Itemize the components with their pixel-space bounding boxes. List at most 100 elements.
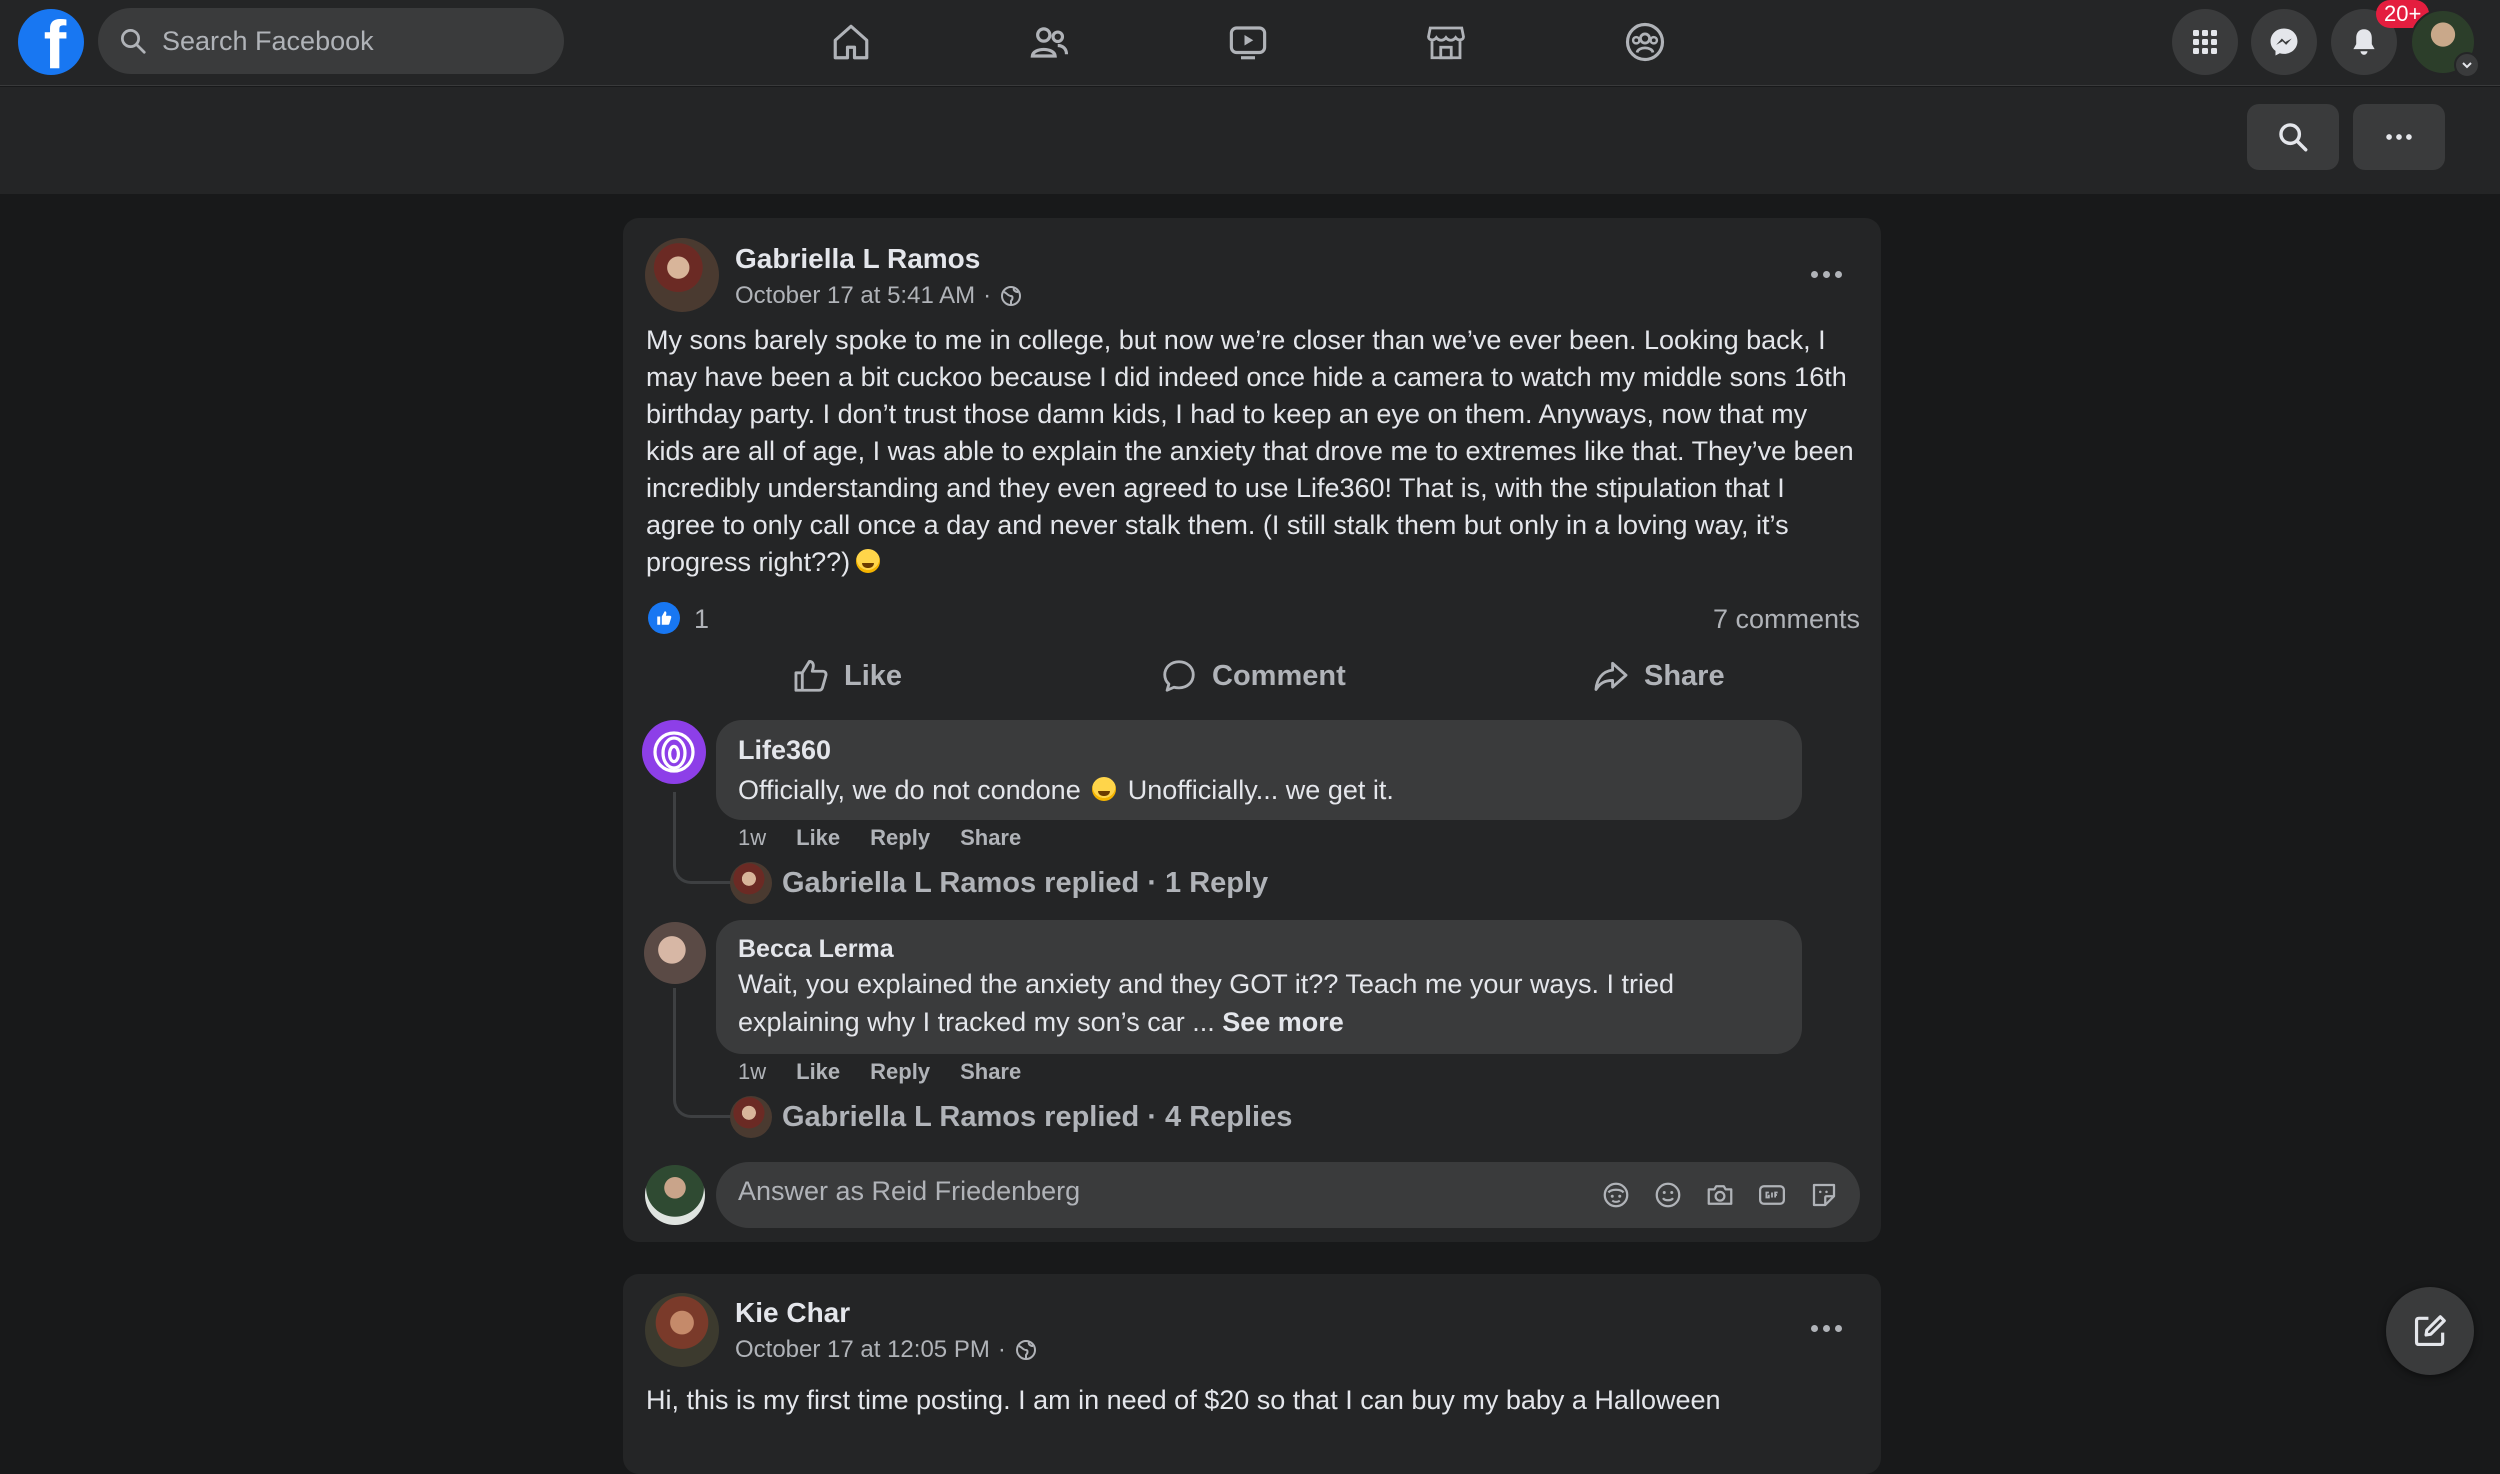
comment-input[interactable] <box>738 1176 1538 1207</box>
compose-icon <box>2414 1315 2446 1347</box>
bell-icon <box>2353 29 2375 55</box>
comment-reply-button[interactable]: Reply <box>870 1059 930 1085</box>
comment-bubble-icon <box>1163 660 1195 692</box>
camera-icon <box>1707 1185 1733 1205</box>
like-button[interactable]: Like <box>792 648 902 704</box>
page-header-bar <box>0 87 2500 194</box>
view-replies-link[interactable]: Gabriella L Ramos replied · 4 Replies <box>730 1096 1292 1138</box>
post-author-name[interactable]: Gabriella L Ramos <box>735 243 980 275</box>
page-more-button[interactable] <box>2353 104 2445 170</box>
search-input[interactable] <box>162 25 542 57</box>
life360-avatar[interactable] <box>642 720 706 784</box>
account-menu-chevron[interactable] <box>2454 52 2480 78</box>
comment-time[interactable]: 1w <box>738 1059 766 1085</box>
see-more-link[interactable]: See more <box>1222 1007 1344 1037</box>
friends-tab[interactable] <box>1019 14 1079 70</box>
comment-author[interactable]: Becca Lerma <box>738 935 894 964</box>
emoji-button[interactable] <box>1652 1179 1684 1211</box>
dot <box>1834 270 1842 278</box>
marketplace-tab[interactable] <box>1416 14 1476 70</box>
facebook-logo-glyph: f <box>43 9 67 75</box>
reaction-summary: 1 7 comments <box>646 598 1860 638</box>
dot <box>1822 1324 1830 1332</box>
comment-text: Officially, we do not condone Unofficial… <box>738 771 1394 809</box>
share-arrow-icon <box>1594 661 1628 691</box>
video-icon <box>1229 26 1267 60</box>
search-icon <box>121 29 146 54</box>
meta-separator: · <box>983 282 992 309</box>
globe-icon <box>1015 1340 1036 1360</box>
reaction-count[interactable]: 1 <box>694 604 709 635</box>
comment-share-button[interactable]: Share <box>960 825 1021 851</box>
home-tab[interactable] <box>821 14 881 70</box>
gif-icon <box>1759 1185 1785 1205</box>
search-icon <box>2279 123 2308 152</box>
comment-time[interactable]: 1w <box>738 825 766 851</box>
smiley-icon <box>1655 1182 1681 1208</box>
photo-button[interactable] <box>1704 1179 1736 1211</box>
comment-share-button[interactable]: Share <box>960 1059 1021 1085</box>
comment-button[interactable]: Comment <box>1160 648 1346 704</box>
reply-author-avatar <box>730 862 772 904</box>
grid-menu-icon <box>2193 30 2217 54</box>
messenger-button[interactable] <box>2251 9 2317 75</box>
share-button[interactable]: Share <box>1592 648 1725 704</box>
post-body: My sons barely spoke to me in college, b… <box>646 322 1856 581</box>
avatar-sticker-icon <box>1603 1182 1629 1208</box>
comment-text-body: Wait, you explained the anxiety and they… <box>738 969 1674 1037</box>
groups-tab[interactable] <box>1615 14 1675 70</box>
comment-author[interactable]: Life360 <box>738 735 831 766</box>
replies-summary: Gabriella L Ramos replied · 4 Replies <box>782 1100 1293 1133</box>
sticker-icon <box>1812 1183 1836 1207</box>
dot <box>1810 270 1818 278</box>
post-timestamp[interactable]: October 17 at 5:41 AM <box>735 282 975 310</box>
facebook-logo[interactable]: f <box>18 9 84 75</box>
messenger-icon <box>2270 28 2298 56</box>
meta-separator: · <box>997 1336 1006 1363</box>
comment-composer[interactable] <box>716 1162 1860 1228</box>
comment-reply-button[interactable]: Reply <box>870 825 930 851</box>
watch-tab[interactable] <box>1218 14 1278 70</box>
replies-summary: Gabriella L Ramos replied · 1 Reply <box>782 866 1269 899</box>
comment-text: Wait, you explained the anxiety and they… <box>738 965 1718 1041</box>
post-timestamp[interactable]: October 17 at 12:05 PM <box>735 1336 990 1364</box>
comment-label: Comment <box>1212 659 1346 692</box>
page-search-button[interactable] <box>2247 104 2339 170</box>
comment-like-button[interactable]: Like <box>796 1059 840 1085</box>
groups-icon <box>1625 22 1665 62</box>
life360-logo-icon <box>653 731 695 773</box>
post-author-avatar[interactable] <box>645 238 719 312</box>
current-user-avatar[interactable] <box>645 1165 705 1225</box>
share-label: Share <box>1644 659 1725 692</box>
post-text: My sons barely spoke to me in college, b… <box>646 325 1854 577</box>
new-message-button[interactable] <box>2386 1287 2474 1375</box>
store-icon <box>1427 26 1465 60</box>
home-icon <box>833 24 869 60</box>
thumbs-up-outline-icon <box>794 660 828 692</box>
menu-button[interactable] <box>2172 9 2238 75</box>
like-reaction-icon[interactable] <box>648 602 680 634</box>
friends-icon <box>1030 27 1069 58</box>
post-options-button[interactable] <box>1796 254 1856 294</box>
comment-actions: 1w Like Reply Share <box>738 1059 1021 1085</box>
gif-button[interactable] <box>1756 1179 1788 1211</box>
more-horizontal-icon <box>2386 134 2412 140</box>
comment-text-part1: Officially, we do not condone <box>738 775 1081 805</box>
search-box[interactable] <box>98 8 564 74</box>
post-options-button[interactable] <box>1796 1308 1856 1348</box>
post-text: Hi, this is my first time posting. I am … <box>646 1385 1721 1415</box>
comment-actions: 1w Like Reply Share <box>738 825 1021 851</box>
post-author-avatar[interactable] <box>645 1293 719 1367</box>
grinning-emoji-icon <box>1092 777 1117 801</box>
avatar-sticker-button[interactable] <box>1600 1179 1632 1211</box>
dot <box>1822 270 1830 278</box>
post-author-name[interactable]: Kie Char <box>735 1297 850 1329</box>
view-replies-link[interactable]: Gabriella L Ramos replied · 1 Reply <box>730 862 1268 904</box>
dot <box>1834 1324 1842 1332</box>
grinning-emoji-icon <box>856 549 881 573</box>
comment-count[interactable]: 7 comments <box>1713 604 1860 635</box>
comment-author-avatar[interactable] <box>644 922 706 984</box>
comment-text-part2: Unofficially... we get it. <box>1127 775 1394 805</box>
sticker-button[interactable] <box>1808 1179 1840 1211</box>
comment-like-button[interactable]: Like <box>796 825 840 851</box>
